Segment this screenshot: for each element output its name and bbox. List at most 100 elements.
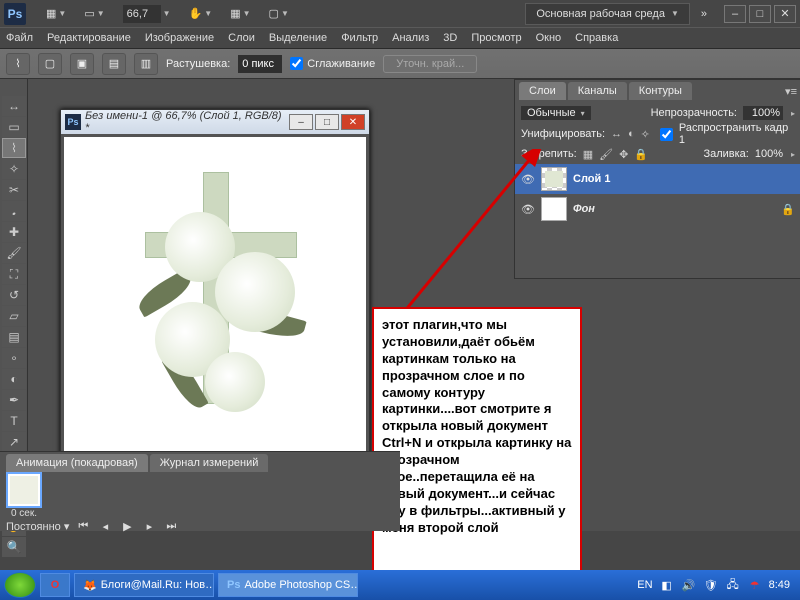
brush-tool-icon[interactable]: 🖌 bbox=[2, 243, 26, 263]
bridge-icon[interactable]: ▦▼ bbox=[39, 4, 73, 24]
selection-new-icon[interactable]: ▢ bbox=[38, 53, 62, 75]
history-brush-icon[interactable]: ↺ bbox=[2, 285, 26, 305]
menu-select[interactable]: Выделение bbox=[269, 32, 327, 44]
document-titlebar[interactable]: Ps Без имени-1 @ 66,7% (Слой 1, RGB/8) *… bbox=[61, 110, 369, 134]
expand-panels-icon[interactable]: » bbox=[694, 4, 714, 24]
marquee-tool-icon[interactable]: ▭ bbox=[2, 117, 26, 137]
layer-visibility-icon[interactable]: 👁 bbox=[521, 202, 535, 216]
lock-all-icon[interactable]: 🔒 bbox=[634, 148, 648, 161]
minimize-icon[interactable]: – bbox=[724, 5, 746, 23]
antialias-checkbox[interactable]: Сглаживание bbox=[290, 57, 375, 70]
taskbar-item-photoshop[interactable]: PsAdobe Photoshop CS… bbox=[218, 573, 358, 597]
opacity-flyout-icon[interactable]: ▸ bbox=[791, 109, 795, 118]
unify-style-icon[interactable]: ✧ bbox=[641, 128, 650, 141]
fill-input[interactable]: 100% bbox=[755, 148, 783, 160]
menu-window[interactable]: Окно bbox=[536, 32, 562, 44]
crop-tool-icon[interactable]: ✂ bbox=[2, 180, 26, 200]
animation-frame-1[interactable] bbox=[6, 472, 42, 508]
unify-position-icon[interactable]: ↔ bbox=[611, 128, 622, 140]
layer-name[interactable]: Слой 1 bbox=[573, 173, 610, 185]
lasso-tool-icon[interactable]: ⌇ bbox=[2, 138, 26, 158]
propagate-frame-checkbox[interactable]: Распространить кадр 1 bbox=[656, 122, 795, 146]
menu-filter[interactable]: Фильтр bbox=[341, 32, 378, 44]
type-tool-icon[interactable]: T bbox=[2, 411, 26, 431]
frame-duration[interactable]: 0 сек. bbox=[11, 508, 37, 519]
prev-frame-icon[interactable]: ◂ bbox=[97, 520, 113, 533]
lock-pixels-icon[interactable]: 🖌 bbox=[599, 148, 613, 161]
tray-avira-icon[interactable]: ☂ bbox=[747, 577, 763, 593]
wand-tool-icon[interactable]: ✧ bbox=[2, 159, 26, 179]
path-tool-icon[interactable]: ↗ bbox=[2, 432, 26, 452]
play-icon[interactable]: ▶ bbox=[119, 520, 135, 533]
stamp-tool-icon[interactable]: ⛶ bbox=[2, 264, 26, 284]
last-frame-icon[interactable]: ⏭ bbox=[163, 520, 179, 533]
start-button[interactable] bbox=[4, 572, 36, 598]
layer-visibility-icon[interactable]: 👁 bbox=[521, 172, 535, 186]
lock-position-icon[interactable]: ✥ bbox=[619, 148, 628, 161]
system-clock[interactable]: 8:49 bbox=[769, 579, 790, 591]
loop-select[interactable]: Постоянно ▾ bbox=[6, 520, 69, 533]
selection-subtract-icon[interactable]: ▤ bbox=[102, 53, 126, 75]
lock-transparency-icon[interactable]: ▦ bbox=[583, 148, 593, 161]
menu-help[interactable]: Справка bbox=[575, 32, 618, 44]
doc-minimize-icon[interactable]: – bbox=[289, 114, 313, 130]
tab-layers[interactable]: Слои bbox=[519, 82, 566, 100]
refine-edge-button[interactable]: Уточн. край... bbox=[383, 55, 477, 73]
dodge-tool-icon[interactable]: ◐ bbox=[2, 369, 26, 389]
panel-menu-icon[interactable]: ▾≡ bbox=[785, 85, 797, 98]
selection-intersect-icon[interactable]: ▥ bbox=[134, 53, 158, 75]
doc-close-icon[interactable]: ✕ bbox=[341, 114, 365, 130]
selection-add-icon[interactable]: ▣ bbox=[70, 53, 94, 75]
menu-analysis[interactable]: Анализ bbox=[392, 32, 429, 44]
move-tool-icon[interactable]: ↔ bbox=[2, 96, 26, 116]
tray-network-icon[interactable]: 🖧 bbox=[725, 577, 741, 593]
gradient-tool-icon[interactable]: ▤ bbox=[2, 327, 26, 347]
healing-tool-icon[interactable]: ✚ bbox=[2, 222, 26, 242]
menu-layers[interactable]: Слои bbox=[228, 32, 255, 44]
menu-image[interactable]: Изображение bbox=[145, 32, 214, 44]
menu-view[interactable]: Просмотр bbox=[471, 32, 521, 44]
taskbar-item-browser[interactable]: 🦊Блоги@Mail.Ru: Нов… bbox=[74, 573, 214, 597]
first-frame-icon[interactable]: ⏮ bbox=[75, 520, 91, 533]
menu-file[interactable]: Файл bbox=[6, 32, 33, 44]
maximize-icon[interactable]: □ bbox=[749, 5, 771, 23]
layer-row-1[interactable]: 👁 Слой 1 bbox=[515, 164, 800, 194]
tab-measurement-log[interactable]: Журнал измерений bbox=[150, 454, 269, 472]
extras-icon[interactable]: ▭▼ bbox=[77, 4, 111, 24]
next-frame-icon[interactable]: ▸ bbox=[141, 520, 157, 533]
blur-tool-icon[interactable]: ∘ bbox=[2, 348, 26, 368]
layer-name[interactable]: Фон bbox=[573, 203, 595, 215]
layer-thumbnail[interactable] bbox=[541, 197, 567, 221]
zoom-tool-icon[interactable]: 🔍 bbox=[2, 537, 26, 557]
doc-maximize-icon[interactable]: □ bbox=[315, 114, 339, 130]
tab-paths[interactable]: Контуры bbox=[629, 82, 692, 100]
hand-icon[interactable]: ✋▼ bbox=[182, 4, 220, 24]
zoom-level[interactable]: 66,7▼ bbox=[116, 4, 178, 24]
layer-row-bg[interactable]: 👁 Фон 🔒 bbox=[515, 194, 800, 224]
eyedropper-tool-icon[interactable]: 𝅘 bbox=[2, 201, 26, 221]
tray-shield-icon[interactable]: 🛡 bbox=[703, 577, 719, 593]
language-indicator[interactable]: EN bbox=[637, 579, 652, 591]
tray-volume-icon[interactable]: 🔊 bbox=[681, 577, 697, 593]
menu-edit[interactable]: Редактирование bbox=[47, 32, 131, 44]
close-icon[interactable]: ✕ bbox=[774, 5, 796, 23]
lasso-tool-icon[interactable]: ⌇ bbox=[6, 53, 30, 75]
workspace-switcher[interactable]: Основная рабочая среда▼ bbox=[525, 3, 690, 25]
arrange-icon[interactable]: ▦▼ bbox=[223, 4, 257, 24]
document-canvas[interactable] bbox=[64, 137, 366, 457]
tab-animation[interactable]: Анимация (покадровая) bbox=[6, 454, 148, 472]
pen-tool-icon[interactable]: ✒ bbox=[2, 390, 26, 410]
opacity-input[interactable]: 100% bbox=[743, 106, 783, 120]
tray-icon[interactable]: ◧ bbox=[659, 577, 675, 593]
doc-icon: Ps bbox=[65, 114, 81, 130]
menu-3d[interactable]: 3D bbox=[443, 32, 457, 44]
screenmode-icon[interactable]: ▢▼ bbox=[262, 4, 296, 24]
fill-flyout-icon[interactable]: ▸ bbox=[791, 150, 795, 159]
taskbar-opera-icon[interactable]: O bbox=[40, 573, 70, 597]
blend-mode-select[interactable]: Обычные ▾ bbox=[521, 106, 591, 120]
eraser-tool-icon[interactable]: ▱ bbox=[2, 306, 26, 326]
feather-input[interactable]: 0 пикс bbox=[238, 55, 282, 73]
unify-visibility-icon[interactable]: ◐ bbox=[628, 128, 635, 140]
tab-channels[interactable]: Каналы bbox=[568, 82, 627, 100]
layer-thumbnail[interactable] bbox=[541, 167, 567, 191]
